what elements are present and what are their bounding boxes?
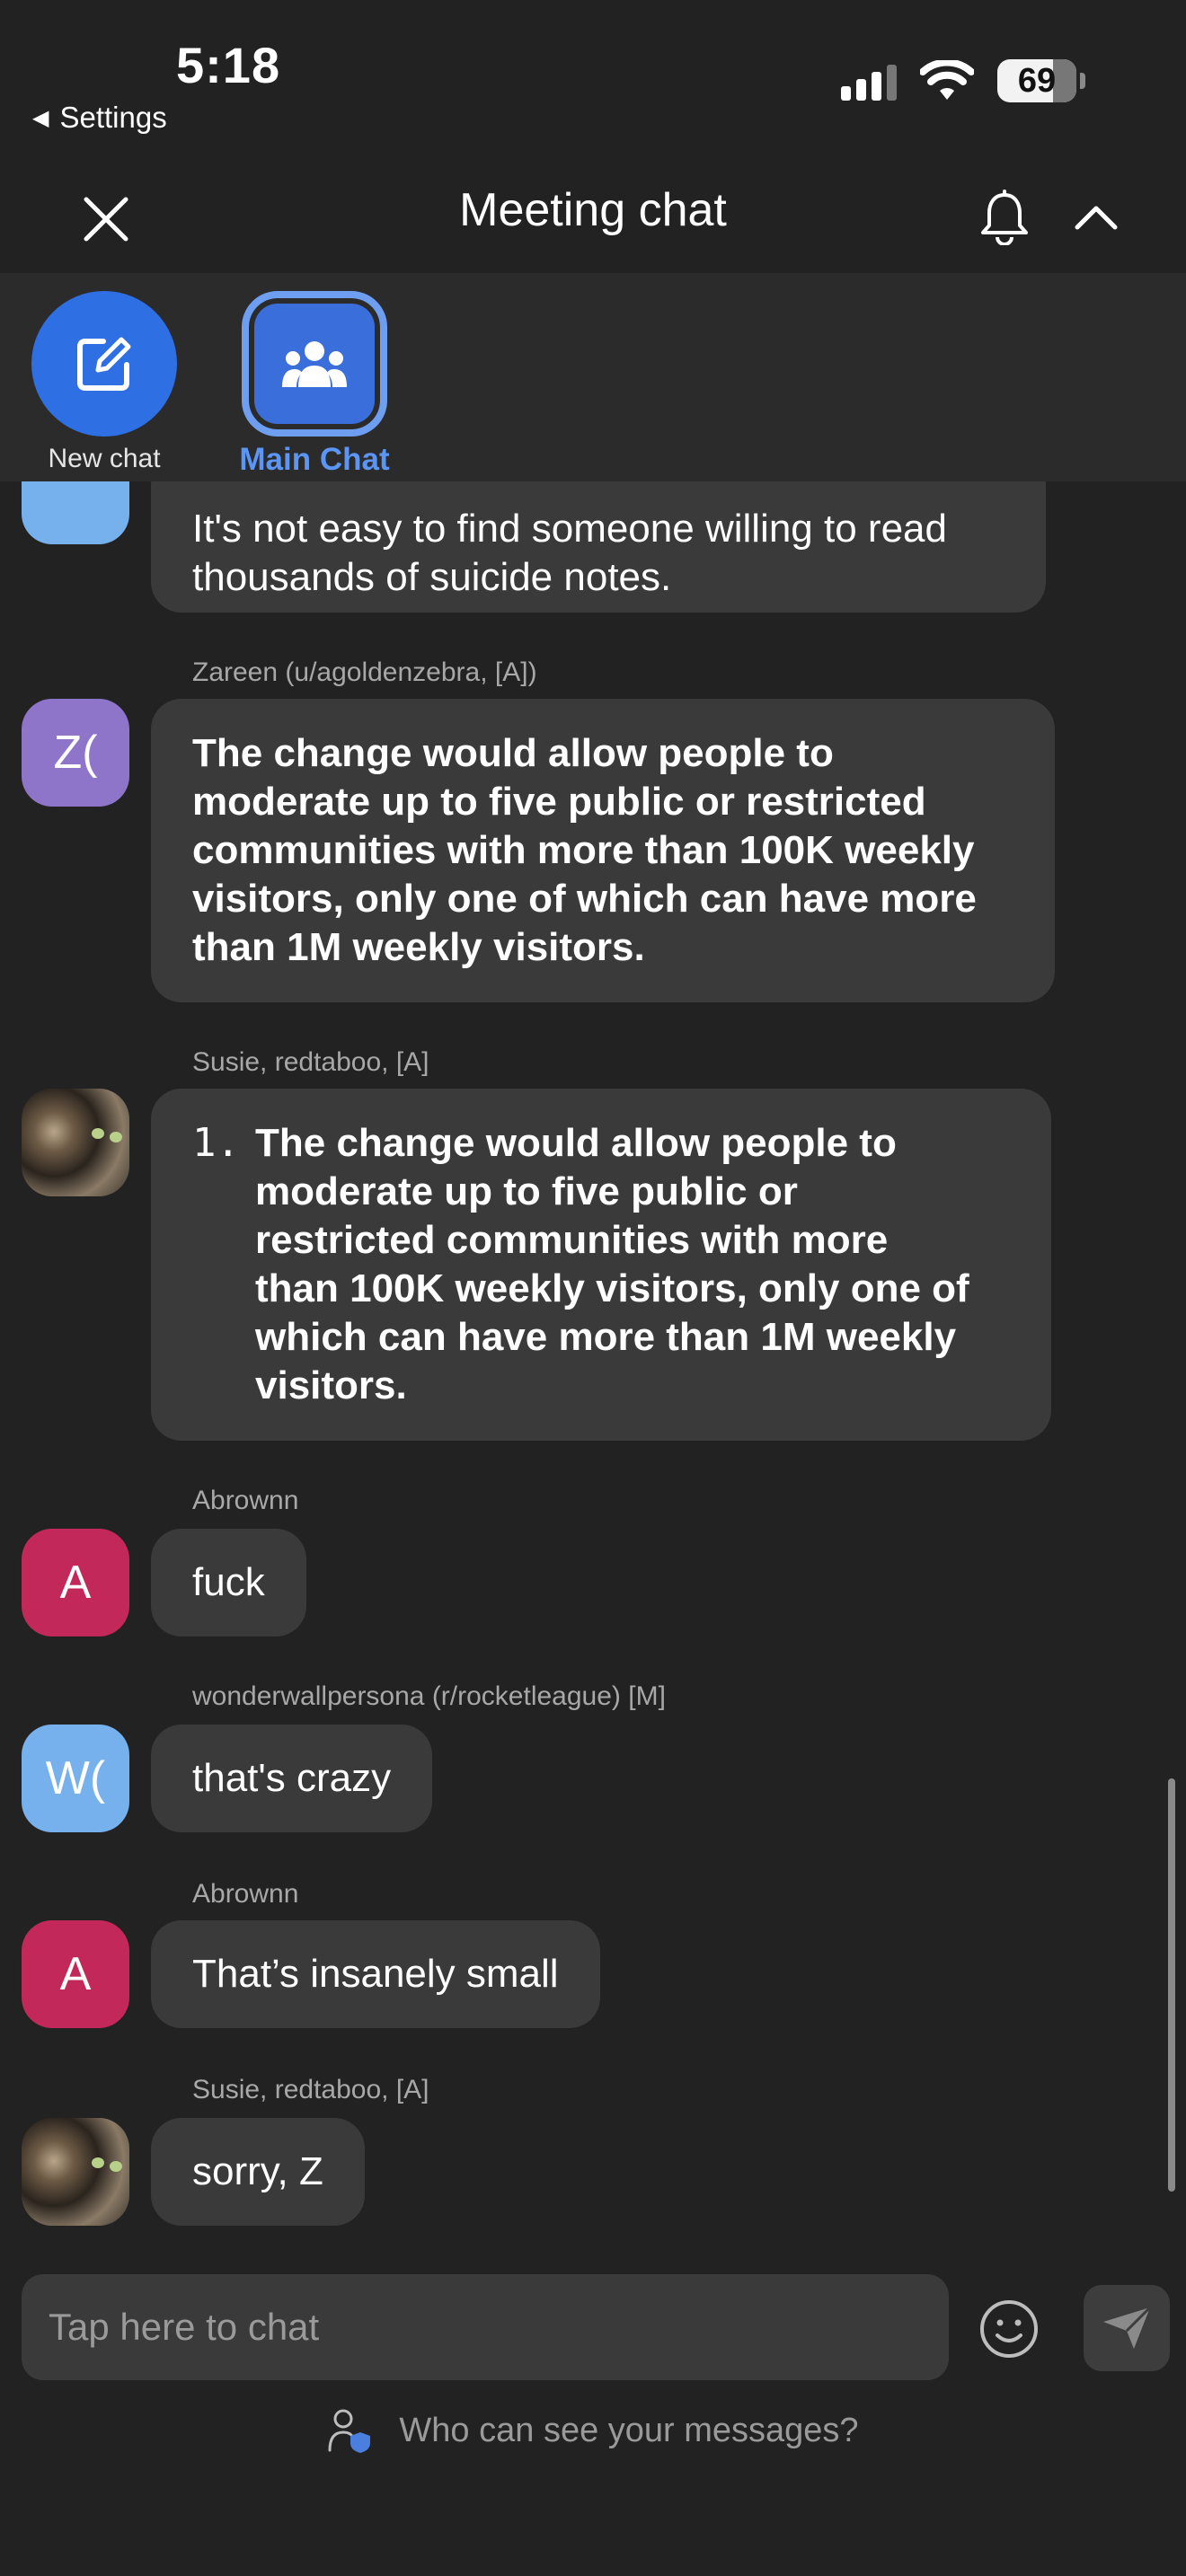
message-line: The change would allow people to [192,731,834,775]
message-bubble[interactable]: The change would allow people to moderat… [151,699,1055,1002]
new-chat-button[interactable] [31,291,177,437]
scrollbar[interactable] [1168,1778,1175,2192]
sender-name: Susie, redtaboo, [A] [192,1047,429,1077]
avatar-initials: A [59,1557,92,1609]
message-text: That’s insanely small [192,1952,559,1996]
cellular-signal-icon [841,61,897,101]
message-line: It's not easy to find someone willing to… [192,507,947,551]
avatar-initials: A [59,1948,92,2000]
avatar[interactable] [22,481,129,544]
sender-name: Susie, redtaboo, [A] [192,2075,429,2104]
send-button[interactable] [1084,2285,1170,2371]
message-line: communities with more than 100K weekly [192,828,975,872]
message-line: The change would allow people to [255,1121,897,1165]
battery-level: 69 [1017,61,1057,100]
list-item-text: The change would allow people to moderat… [255,1119,969,1410]
message-line: which can have more than 1M weekly [255,1315,957,1359]
who-can-see-messages-link[interactable]: Who can see your messages? [0,2407,1186,2454]
chat-input-placeholder: Tap here to chat [49,2306,320,2348]
avatar[interactable]: A [22,1529,129,1636]
sender-name: Zareen (u/agoldenzebra, [A]) [192,657,537,687]
avatar-initials: W( [45,1752,106,1804]
avatar-photo[interactable] [22,2118,129,2226]
avatar[interactable]: A [22,1920,129,2028]
message-text: fuck [192,1560,265,1604]
status-bar: 5:18 ◀ Settings 69 [0,0,1186,171]
tab-label-main-chat: Main Chat [239,442,390,477]
message-line: restricted communities with more [255,1218,889,1262]
message-line: moderate up to five public or [255,1169,798,1213]
bell-icon [981,190,1028,245]
message-bubble[interactable]: sorry, Z [151,2118,365,2226]
sender-name: Abrownn [192,1879,299,1909]
send-icon [1103,2306,1152,2349]
message-line: than 100K weekly visitors, only one of [255,1266,969,1310]
sender-name: wonderwallpersona (r/rocketleague) [M] [192,1681,666,1711]
wifi-icon [920,60,974,100]
avatar[interactable]: Z( [22,699,129,807]
message-text: that's crazy [192,1756,392,1800]
message-list[interactable]: It's not easy to find someone willing to… [0,481,1186,2242]
back-triangle-icon: ◀ [32,105,49,130]
group-icon [282,341,347,387]
message-line: thousands of suicide notes. [192,555,672,599]
back-settings-label: Settings [59,101,167,134]
message-bubble[interactable]: fuck [151,1529,306,1636]
chat-tabs-bar: New chat Main Chat [0,273,1186,481]
header: Meeting chat [0,171,1186,273]
message-bubble[interactable]: 1. The change would allow people to mode… [151,1089,1051,1441]
message-line: visitors, only one of which can have mor… [192,877,977,921]
main-chat-button[interactable] [242,291,387,437]
list-number: 1. [192,1120,240,1166]
back-to-settings-link[interactable]: ◀ Settings [32,101,167,135]
message-bubble[interactable]: That’s insanely small [151,1920,600,2028]
message-bubble[interactable]: It's not easy to find someone willing to… [151,481,1046,613]
avatar-initials: Z( [53,727,98,779]
message-text: sorry, Z [192,2149,323,2193]
message-line: moderate up to five public or restricted [192,780,926,824]
emoji-button[interactable] [978,2298,1040,2360]
avatar[interactable]: W( [22,1725,129,1832]
collapse-button[interactable] [1060,181,1132,253]
battery-indicator: 69 [997,59,1085,102]
privacy-label: Who can see your messages? [399,2411,859,2449]
tab-label-new-chat: New chat [48,444,161,473]
tab-new-chat[interactable]: New chat [23,291,185,474]
user-shield-icon [328,2409,371,2453]
chat-input[interactable]: Tap here to chat [22,2274,949,2380]
chevron-up-icon [1075,206,1118,230]
status-icons: 69 [841,59,1085,102]
tab-main-chat[interactable]: Main Chat [234,291,395,478]
message-line: visitors. [255,1363,407,1407]
smiley-icon [980,2300,1038,2358]
notifications-button[interactable] [969,181,1040,253]
avatar-photo[interactable] [22,1089,129,1196]
sender-name: Abrownn [192,1486,299,1515]
message-bubble[interactable]: that's crazy [151,1725,433,1832]
status-time: 5:18 [176,37,281,93]
compose-icon [77,337,131,391]
message-line: than 1M weekly visitors. [192,925,645,969]
list-item: 1. The change would allow people to mode… [192,1119,1010,1410]
